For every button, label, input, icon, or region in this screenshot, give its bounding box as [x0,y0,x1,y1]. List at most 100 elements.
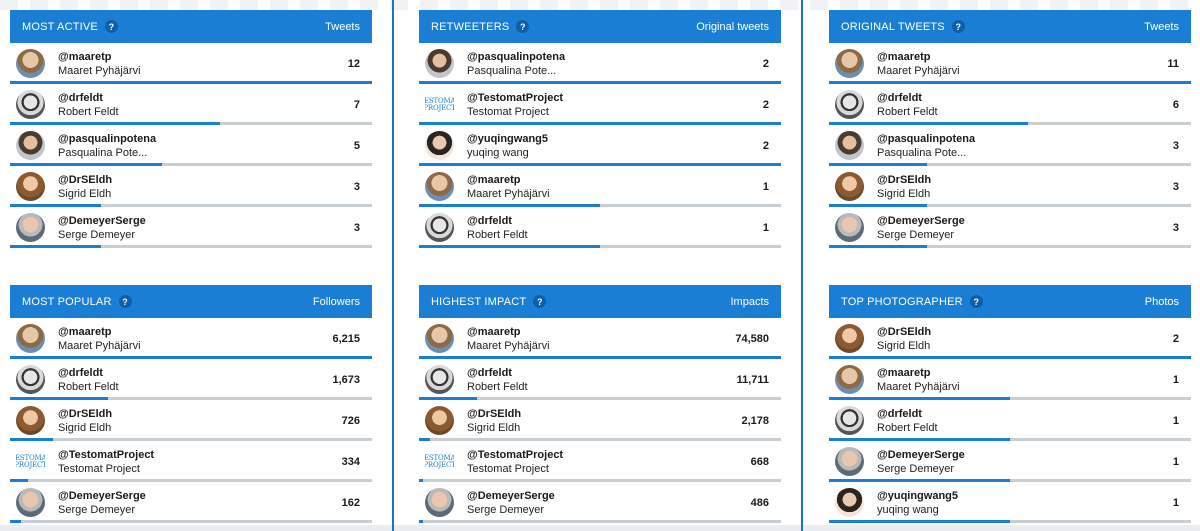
list-item[interactable]: @drfeldt Robert Feldt 11,711 [419,359,781,400]
avatar[interactable] [16,324,45,353]
user-handle[interactable]: @DemeyerSerge [58,214,354,228]
avatar[interactable] [16,90,45,119]
user-handle[interactable]: @TestomatProject [58,448,342,462]
avatar[interactable] [16,488,45,517]
user-handle[interactable]: @DemeyerSerge [877,214,1173,228]
user-handle[interactable]: @maaretp [58,325,332,339]
avatar[interactable] [425,213,454,242]
user-info: @maaretp Maaret Pyhäjärvi [58,50,348,78]
list-item[interactable]: @maaretp Maaret Pyhäjärvi 6,215 [10,318,372,359]
avatar[interactable] [16,172,45,201]
user-handle[interactable]: @DrSEldh [467,407,741,421]
user-handle[interactable]: @yuqingwang5 [467,132,763,146]
list-item[interactable]: @drfeldt Robert Feldt 6 [829,84,1191,125]
avatar[interactable] [425,131,454,160]
help-icon[interactable]: ? [516,20,530,33]
list-item[interactable]: @maaretp Maaret Pyhäjärvi 1 [829,359,1191,400]
avatar[interactable] [835,406,864,435]
list-item[interactable]: @drfeldt Robert Feldt 7 [10,84,372,125]
avatar[interactable] [425,488,454,517]
user-handle[interactable]: @yuqingwang5 [877,489,1173,503]
user-handle[interactable]: @drfeldt [58,366,332,380]
list-item[interactable]: @yuqingwang5 yuqing wang 1 [829,482,1191,523]
user-info: @TestomatProject Testomat Project [467,448,751,476]
help-icon[interactable]: ? [104,20,118,33]
help-icon[interactable]: ? [118,295,132,308]
user-handle[interactable]: @pasqualinpotena [58,132,354,146]
list-item[interactable]: @DemeyerSerge Serge Demeyer 162 [10,482,372,523]
user-handle[interactable]: @DrSEldh [877,325,1173,339]
user-handle[interactable]: @maaretp [58,50,348,64]
list-item[interactable]: TESTOMATPROJECT @TestomatProject Testoma… [419,441,781,482]
user-handle[interactable]: @maaretp [877,50,1167,64]
avatar[interactable] [16,49,45,78]
list-item[interactable]: @drfeldt Robert Feldt 1,673 [10,359,372,400]
user-handle[interactable]: @drfeldt [467,214,763,228]
list-item[interactable]: @maaretp Maaret Pyhäjärvi 11 [829,43,1191,84]
list-item[interactable]: @pasqualinpotena Pasqualina Pote... 2 [419,43,781,84]
list-item[interactable]: @pasqualinpotena Pasqualina Pote... 5 [10,125,372,166]
avatar[interactable] [835,488,864,517]
user-handle[interactable]: @pasqualinpotena [467,50,763,64]
avatar[interactable] [835,49,864,78]
avatar[interactable] [835,90,864,119]
list-item[interactable]: @maaretp Maaret Pyhäjärvi 1 [419,166,781,207]
avatar[interactable] [425,365,454,394]
avatar[interactable] [16,131,45,160]
user-handle[interactable]: @maaretp [467,173,763,187]
user-name: Robert Feldt [467,228,528,241]
list-item[interactable]: @DrSEldh Sigrid Eldh 2,178 [419,400,781,441]
avatar[interactable] [425,172,454,201]
list-item[interactable]: TESTOMATPROJECT @TestomatProject Testoma… [419,84,781,125]
avatar[interactable] [425,49,454,78]
user-handle[interactable]: @DemeyerSerge [58,489,342,503]
list-item[interactable]: @DrSEldh Sigrid Eldh 3 [10,166,372,207]
user-handle[interactable]: @DrSEldh [58,173,354,187]
user-handle[interactable]: @maaretp [877,366,1173,380]
list-item[interactable]: @DemeyerSerge Serge Demeyer 3 [10,207,372,248]
avatar[interactable] [835,365,864,394]
avatar[interactable] [16,213,45,242]
list-item[interactable]: @maaretp Maaret Pyhäjärvi 12 [10,43,372,84]
list-item[interactable]: @drfeldt Robert Feldt 1 [829,400,1191,441]
user-handle[interactable]: @DemeyerSerge [467,489,751,503]
user-handle[interactable]: @DemeyerSerge [877,448,1173,462]
user-handle[interactable]: @TestomatProject [467,448,751,462]
list-item[interactable]: @DrSEldh Sigrid Eldh 726 [10,400,372,441]
avatar[interactable] [16,406,45,435]
metric-value: 1 [1172,455,1179,468]
user-handle[interactable]: @drfeldt [877,91,1173,105]
list-item[interactable]: @pasqualinpotena Pasqualina Pote... 3 [829,125,1191,166]
help-icon[interactable]: ? [951,20,965,33]
avatar[interactable] [425,406,454,435]
list-item[interactable]: @DrSEldh Sigrid Eldh 2 [829,318,1191,359]
avatar[interactable] [835,447,864,476]
user-handle[interactable]: @drfeldt [877,407,1173,421]
user-info: @DemeyerSerge Serge Demeyer [467,489,751,517]
list-item[interactable]: @drfeldt Robert Feldt 1 [419,207,781,248]
user-handle[interactable]: @pasqualinpotena [877,132,1173,146]
user-handle[interactable]: @TestomatProject [467,91,763,105]
avatar[interactable] [835,324,864,353]
user-handle[interactable]: @DrSEldh [877,173,1173,187]
list-item[interactable]: @DemeyerSerge Serge Demeyer 3 [829,207,1191,248]
user-handle[interactable]: @drfeldt [58,91,354,105]
metric-value: 2 [762,57,769,70]
progress-track [829,520,1191,523]
avatar[interactable] [425,324,454,353]
list-item[interactable]: @DrSEldh Sigrid Eldh 3 [829,166,1191,207]
avatar[interactable] [835,131,864,160]
list-item[interactable]: @yuqingwang5 yuqing wang 2 [419,125,781,166]
list-item[interactable]: @DemeyerSerge Serge Demeyer 486 [419,482,781,523]
help-icon[interactable]: ? [969,295,983,308]
user-handle[interactable]: @drfeldt [467,366,737,380]
user-handle[interactable]: @DrSEldh [58,407,342,421]
help-icon[interactable]: ? [533,295,547,308]
avatar[interactable] [835,213,864,242]
list-item[interactable]: TESTOMATPROJECT @TestomatProject Testoma… [10,441,372,482]
avatar[interactable] [16,365,45,394]
list-item[interactable]: @maaretp Maaret Pyhäjärvi 74,580 [419,318,781,359]
user-handle[interactable]: @maaretp [467,325,735,339]
avatar[interactable] [835,172,864,201]
list-item[interactable]: @DemeyerSerge Serge Demeyer 1 [829,441,1191,482]
